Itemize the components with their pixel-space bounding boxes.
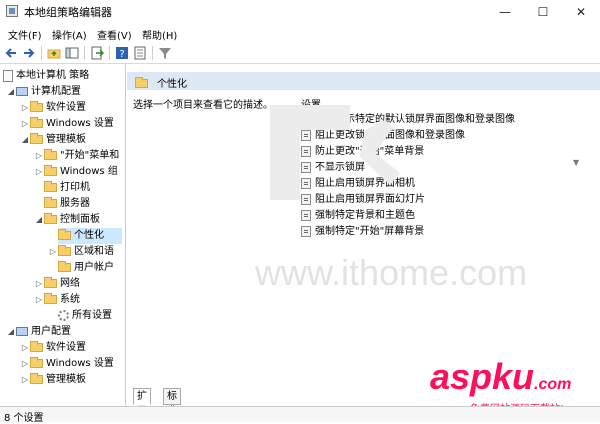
- folder-icon: [30, 101, 43, 112]
- menu-file[interactable]: 文件(F): [8, 27, 42, 42]
- chevron-down-icon[interactable]: ◢: [6, 324, 16, 340]
- chevron-down-icon[interactable]: ◢: [6, 84, 16, 100]
- folder-icon: [58, 229, 71, 240]
- computer-icon: [16, 87, 28, 96]
- tree-item-personalization[interactable]: 个性化: [58, 228, 122, 244]
- tree-item-windows-settings[interactable]: ▷ Windows 设置: [20, 116, 114, 132]
- tab-extended[interactable]: 扩展: [133, 388, 151, 417]
- detail-header-title: 个性化: [157, 79, 187, 90]
- forward-arrow-icon[interactable]: [22, 46, 36, 60]
- chevron-right-icon[interactable]: ▷: [34, 276, 44, 292]
- detail-header: 个性化: [127, 72, 600, 90]
- tree-item-all-settings[interactable]: 所有设置: [48, 308, 112, 324]
- folder-icon: [44, 293, 57, 304]
- policy-setting-icon: [301, 226, 311, 237]
- minimize-button[interactable]: —: [486, 0, 524, 24]
- chevron-right-icon[interactable]: ▷: [20, 340, 30, 356]
- aspku-watermark: aspku.com: [430, 356, 572, 397]
- tree-item-admin-templates[interactable]: ◢ 管理模板: [20, 132, 86, 148]
- up-folder-icon[interactable]: [47, 46, 61, 60]
- tree-item-start-menu[interactable]: ▷ "开始"菜单和: [34, 148, 119, 164]
- window-title: 本地组策略编辑器: [24, 6, 112, 19]
- close-button[interactable]: ✕: [562, 0, 600, 24]
- chevron-down-icon[interactable]: ◢: [34, 212, 44, 228]
- properties-icon[interactable]: [133, 46, 147, 60]
- filter-icon[interactable]: [158, 46, 172, 60]
- chevron-right-icon[interactable]: ▷: [34, 164, 44, 180]
- tree-item-user-admin-templates[interactable]: ▷ 管理模板: [20, 372, 86, 388]
- show-hide-tree-icon[interactable]: [65, 46, 79, 60]
- svg-text:?: ?: [119, 49, 124, 60]
- back-arrow-icon[interactable]: [4, 46, 18, 60]
- folder-icon: [30, 133, 43, 144]
- folder-icon: [44, 213, 57, 224]
- chevron-right-icon[interactable]: ▷: [48, 244, 58, 260]
- tree-item-region-language[interactable]: ▷ 区域和语: [48, 244, 114, 260]
- tree-item-system[interactable]: ▷ 系统: [34, 292, 80, 308]
- chevron-right-icon[interactable]: ▷: [34, 292, 44, 308]
- folder-icon: [30, 373, 43, 384]
- policy-editor-icon: [6, 5, 18, 17]
- folder-icon: [44, 149, 57, 160]
- menu-help[interactable]: 帮助(H): [142, 27, 177, 42]
- folder-icon: [30, 341, 43, 352]
- chevron-right-icon[interactable]: ▷: [34, 148, 44, 164]
- toolbar-separator: [41, 46, 42, 60]
- folder-icon: [44, 165, 57, 176]
- help-icon[interactable]: ?: [115, 46, 129, 60]
- toolbar-separator: [84, 46, 85, 60]
- chevron-down-icon[interactable]: ◢: [20, 132, 30, 148]
- tree-item-software-settings[interactable]: ▷ 软件设置: [20, 100, 86, 116]
- tree-item-user-software-settings[interactable]: ▷ 软件设置: [20, 340, 86, 356]
- export-list-icon[interactable]: [90, 46, 104, 60]
- chevron-right-icon[interactable]: ▷: [20, 372, 30, 388]
- user-icon: [16, 327, 28, 336]
- ithome-watermark-logo: [270, 105, 400, 200]
- tree-item-user-windows-settings[interactable]: ▷ Windows 设置: [20, 356, 114, 372]
- policy-document-icon: [3, 70, 13, 82]
- chevron-right-icon[interactable]: ▷: [20, 100, 30, 116]
- folder-icon: [44, 197, 57, 208]
- scroll-indicator-icon[interactable]: ▼: [573, 158, 579, 167]
- menu-view[interactable]: 查看(V): [97, 27, 132, 42]
- folder-icon: [135, 77, 148, 88]
- chevron-right-icon[interactable]: ▷: [20, 356, 30, 372]
- chevron-right-icon[interactable]: ▷: [20, 116, 30, 132]
- settings-icon: [58, 310, 69, 321]
- toolbar-separator: [152, 46, 153, 60]
- folder-icon: [44, 181, 57, 192]
- setting-item[interactable]: 强制特定"开始"屏幕背景: [301, 224, 424, 240]
- menu-action[interactable]: 操作(A): [52, 27, 87, 42]
- description-text: 选择一个项目来查看它的描述。: [133, 100, 273, 111]
- toolbar: ?: [0, 42, 600, 64]
- tree-root[interactable]: 本地计算机 策略: [3, 68, 89, 84]
- tree-item-printers[interactable]: 打印机: [34, 180, 90, 196]
- tree-item-user-accounts[interactable]: 用户帐户: [58, 260, 114, 276]
- tree-item-server[interactable]: 服务器: [34, 196, 90, 212]
- tree-item-control-panel[interactable]: ◢ 控制面板: [34, 212, 100, 228]
- tree-item-user-config[interactable]: ◢ 用户配置: [6, 324, 71, 340]
- tree-pane: 本地计算机 策略 ◢ 计算机配置 ▷ 软件设置 ▷ Windows 设置 ◢ 管理模板 …: [0, 64, 126, 406]
- status-bar: 8 个设置: [0, 406, 600, 424]
- ithome-watermark: www.ithome.com: [255, 252, 528, 293]
- tree-item-network[interactable]: ▷ 网络: [34, 276, 80, 292]
- tree-item-computer-config[interactable]: ◢ 计算机配置: [6, 84, 81, 100]
- folder-icon: [58, 245, 71, 256]
- folder-icon: [44, 277, 57, 288]
- tree-item-windows-components[interactable]: ▷ Windows 组: [34, 164, 118, 180]
- toolbar-separator: [109, 46, 110, 60]
- maximize-button[interactable]: ☐: [524, 0, 562, 24]
- menu-bar: 文件(F) 操作(A) 查看(V) 帮助(H): [0, 24, 600, 42]
- folder-icon: [30, 357, 43, 368]
- folder-icon: [58, 261, 71, 272]
- folder-icon: [30, 117, 43, 128]
- title-bar: 本地组策略编辑器 — ☐ ✕: [0, 0, 600, 24]
- tab-standard[interactable]: 标准: [163, 388, 181, 417]
